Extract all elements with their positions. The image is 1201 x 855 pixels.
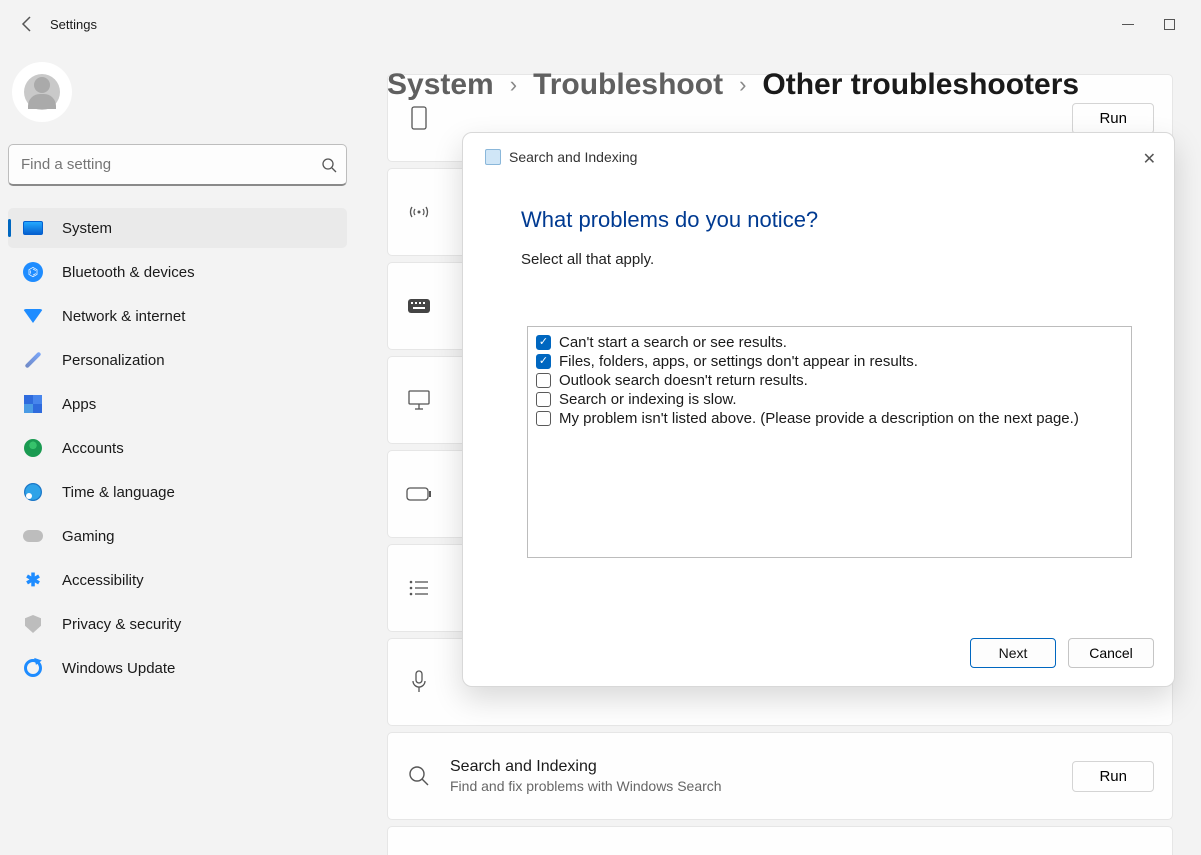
sidebar-item-update[interactable]: Windows Update bbox=[8, 648, 347, 688]
microphone-icon bbox=[406, 669, 432, 695]
sidebar: System ⌬ Bluetooth & devices Network & i… bbox=[0, 48, 355, 855]
sidebar-item-accounts[interactable]: Accounts bbox=[8, 428, 347, 468]
option-label: My problem isn't listed above. (Please p… bbox=[559, 410, 1079, 427]
run-button[interactable]: Run bbox=[1072, 103, 1154, 134]
sidebar-item-accessibility[interactable]: ✱ Accessibility bbox=[8, 560, 347, 600]
chevron-right-icon: › bbox=[739, 72, 746, 98]
sidebar-item-bluetooth[interactable]: ⌬ Bluetooth & devices bbox=[8, 252, 347, 292]
sidebar-item-label: System bbox=[62, 220, 112, 237]
checkbox-icon[interactable] bbox=[536, 335, 551, 350]
dialog-subtitle: Select all that apply. bbox=[521, 251, 1154, 268]
device-icon bbox=[406, 105, 432, 131]
cancel-button[interactable]: Cancel bbox=[1068, 638, 1154, 668]
option-label: Search or indexing is slow. bbox=[559, 391, 737, 408]
sidebar-item-time[interactable]: Time & language bbox=[8, 472, 347, 512]
checkbox-icon[interactable] bbox=[536, 373, 551, 388]
sidebar-item-apps[interactable]: Apps bbox=[8, 384, 347, 424]
bluetooth-icon: ⌬ bbox=[22, 261, 44, 283]
wifi-icon bbox=[22, 305, 44, 327]
monitor-icon bbox=[406, 387, 432, 413]
breadcrumb-system[interactable]: System bbox=[387, 68, 494, 102]
sidebar-item-label: Personalization bbox=[62, 352, 165, 369]
accessibility-icon: ✱ bbox=[22, 569, 44, 591]
row-subtitle: Find and fix problems with Windows Searc… bbox=[450, 778, 1054, 794]
app-title: Settings bbox=[50, 17, 97, 32]
sidebar-item-system[interactable]: System bbox=[8, 208, 347, 248]
troubleshooter-icon bbox=[485, 149, 501, 165]
battery-icon bbox=[406, 481, 432, 507]
sidebar-item-label: Time & language bbox=[62, 484, 175, 501]
sidebar-item-label: Network & internet bbox=[62, 308, 185, 325]
person-icon bbox=[22, 437, 44, 459]
chevron-right-icon: › bbox=[510, 72, 517, 98]
troubleshooter-dialog: ✕ Search and Indexing What problems do y… bbox=[462, 132, 1175, 687]
nav: System ⌬ Bluetooth & devices Network & i… bbox=[4, 208, 351, 688]
sidebar-item-label: Accessibility bbox=[62, 572, 144, 589]
brush-icon bbox=[22, 349, 44, 371]
row-title: Search and Indexing bbox=[450, 758, 1054, 776]
option-label: Outlook search doesn't return results. bbox=[559, 372, 808, 389]
avatar[interactable] bbox=[12, 62, 72, 122]
sidebar-item-label: Accounts bbox=[62, 440, 124, 457]
sidebar-item-gaming[interactable]: Gaming bbox=[8, 516, 347, 556]
title-bar: Settings bbox=[0, 0, 1201, 48]
search-icon[interactable] bbox=[321, 157, 337, 173]
option-label: Can't start a search or see results. bbox=[559, 334, 787, 351]
sidebar-item-privacy[interactable]: Privacy & security bbox=[8, 604, 347, 644]
next-button[interactable]: Next bbox=[970, 638, 1056, 668]
sidebar-item-label: Windows Update bbox=[62, 660, 175, 677]
sidebar-item-label: Privacy & security bbox=[62, 616, 181, 633]
troubleshooter-row-search-indexing[interactable]: Search and Indexing Find and fix problem… bbox=[387, 732, 1173, 820]
dialog-option[interactable]: Search or indexing is slow. bbox=[536, 390, 1123, 409]
search-input[interactable] bbox=[8, 144, 347, 186]
breadcrumb-troubleshoot[interactable]: Troubleshoot bbox=[533, 68, 723, 102]
broadcast-icon bbox=[406, 199, 432, 225]
page-title: Other troubleshooters bbox=[762, 68, 1079, 102]
dialog-options-list: Can't start a search or see results. Fil… bbox=[527, 326, 1132, 558]
search-icon bbox=[406, 763, 432, 789]
apps-icon bbox=[22, 393, 44, 415]
checkbox-icon[interactable] bbox=[536, 354, 551, 369]
dialog-option[interactable]: Can't start a search or see results. bbox=[536, 333, 1123, 352]
refresh-icon bbox=[22, 657, 44, 679]
globe-icon bbox=[22, 481, 44, 503]
checkbox-icon[interactable] bbox=[536, 411, 551, 426]
dialog-option[interactable]: My problem isn't listed above. (Please p… bbox=[536, 409, 1123, 428]
dialog-option[interactable]: Outlook search doesn't return results. bbox=[536, 371, 1123, 390]
dialog-option[interactable]: Files, folders, apps, or settings don't … bbox=[536, 352, 1123, 371]
window-controls bbox=[1122, 19, 1193, 30]
sidebar-item-personalization[interactable]: Personalization bbox=[8, 340, 347, 380]
dialog-header: Search and Indexing bbox=[485, 149, 1154, 165]
option-label: Files, folders, apps, or settings don't … bbox=[559, 353, 918, 370]
maximize-button[interactable] bbox=[1164, 19, 1175, 30]
search-wrap bbox=[8, 144, 347, 186]
system-icon bbox=[22, 217, 44, 239]
close-button[interactable]: ✕ bbox=[1139, 145, 1160, 173]
sidebar-item-label: Gaming bbox=[62, 528, 115, 545]
dialog-title: Search and Indexing bbox=[509, 149, 637, 165]
shield-icon bbox=[22, 613, 44, 635]
dialog-question: What problems do you notice? bbox=[521, 207, 1154, 233]
back-button[interactable] bbox=[8, 4, 48, 44]
troubleshooter-row-shared-folders[interactable]: Shared Folders Run bbox=[387, 826, 1173, 855]
gamepad-icon bbox=[22, 525, 44, 547]
minimize-button[interactable] bbox=[1122, 24, 1134, 25]
checkbox-icon[interactable] bbox=[536, 392, 551, 407]
keyboard-icon bbox=[406, 293, 432, 319]
run-button[interactable]: Run bbox=[1072, 761, 1154, 792]
sidebar-item-label: Apps bbox=[62, 396, 96, 413]
sidebar-item-label: Bluetooth & devices bbox=[62, 264, 195, 281]
sidebar-item-network[interactable]: Network & internet bbox=[8, 296, 347, 336]
dialog-footer: Next Cancel bbox=[483, 624, 1154, 668]
list-icon bbox=[406, 575, 432, 601]
